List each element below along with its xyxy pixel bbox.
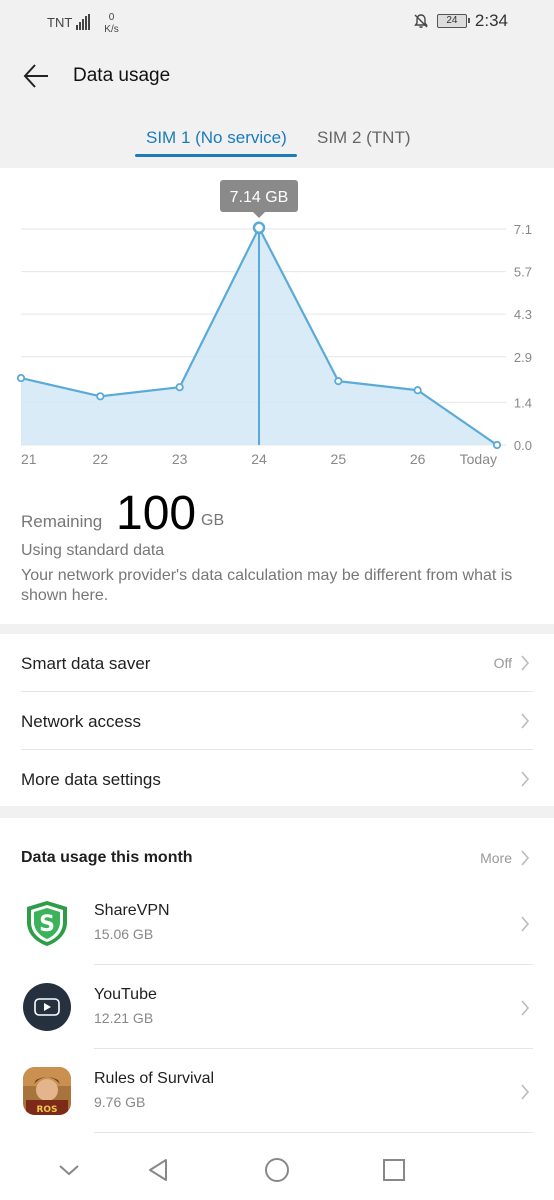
back-arrow-icon[interactable] bbox=[22, 62, 50, 90]
data-point bbox=[96, 392, 105, 401]
app-name: ShareVPN bbox=[94, 902, 170, 919]
x-tick-label: 21 bbox=[21, 451, 37, 467]
apps-section-title: Data usage this month bbox=[21, 849, 193, 866]
more-data-settings-label: More data settings bbox=[21, 770, 161, 789]
page-title: Data usage bbox=[73, 65, 171, 86]
notifications-off-icon bbox=[414, 14, 428, 28]
data-point bbox=[413, 386, 422, 395]
status-right: 24 2:34 bbox=[413, 11, 508, 31]
y-tick-label: 7.1 bbox=[514, 222, 532, 237]
apps-card: Data usage this month More S ShareVPN 15… bbox=[0, 818, 554, 1140]
more-data-settings-row[interactable]: More data settings bbox=[0, 750, 554, 808]
app-data-size: 9.76 GB bbox=[94, 1094, 146, 1110]
x-tick-label: Today bbox=[460, 451, 497, 467]
usage-chart[interactable]: 7.1 5.7 4.3 2.9 1.4 0.0 21 22 23 24 25 26 Today 7.14 … bbox=[0, 168, 554, 478]
y-tick-label: 2.9 bbox=[514, 350, 532, 365]
x-tick-label: 26 bbox=[410, 451, 426, 467]
sim-tabs: SIM 1 (No service) SIM 2 (TNT) bbox=[0, 118, 554, 158]
carrier-name: TNT bbox=[47, 15, 73, 30]
chevron-right-icon bbox=[521, 713, 530, 729]
smart-data-saver-label: Smart data saver bbox=[21, 654, 151, 673]
usage-card: 7.1 5.7 4.3 2.9 1.4 0.0 21 22 23 24 25 26 Today 7.14 … bbox=[0, 168, 554, 624]
data-point bbox=[334, 377, 343, 386]
data-point bbox=[492, 440, 502, 450]
disclaimer-text: Your network provider's data calculation… bbox=[21, 567, 513, 604]
divider bbox=[94, 1048, 533, 1049]
network-access-row[interactable]: Network access bbox=[0, 692, 554, 750]
remaining-unit: GB bbox=[201, 512, 225, 529]
x-tick-label: 24 bbox=[251, 451, 267, 467]
network-access-label: Network access bbox=[21, 712, 141, 731]
y-tick-label: 4.3 bbox=[514, 307, 532, 322]
standard-data-text: Using standard data bbox=[21, 542, 165, 559]
sharevpn-icon: S bbox=[27, 901, 67, 946]
signal-icon bbox=[76, 14, 91, 30]
active-tab-indicator bbox=[135, 154, 297, 157]
smart-data-saver-value: Off bbox=[493, 655, 512, 671]
tooltip-label: 7.14 GB bbox=[230, 189, 289, 206]
y-tick-label: 5.7 bbox=[514, 265, 532, 280]
recents-nav-icon[interactable] bbox=[380, 1156, 408, 1184]
network-speed-value: 0 bbox=[108, 12, 115, 23]
y-tick-label: 0.0 bbox=[514, 438, 532, 453]
data-point bbox=[252, 221, 266, 235]
hide-nav-chevron-icon[interactable] bbox=[55, 1156, 83, 1184]
chevron-right-icon bbox=[521, 1000, 530, 1016]
data-point bbox=[16, 373, 26, 383]
app-row-youtube[interactable]: YouTube 12.21 GB bbox=[0, 970, 554, 1054]
svg-text:S: S bbox=[39, 912, 55, 937]
remaining-value: 100 bbox=[116, 487, 197, 540]
data-point bbox=[175, 383, 184, 392]
divider bbox=[94, 964, 533, 965]
svg-text:ROS: ROS bbox=[36, 1105, 57, 1115]
tooltip-pointer bbox=[253, 212, 265, 218]
chevron-right-icon bbox=[521, 771, 530, 787]
tab-sim2[interactable]: SIM 2 (TNT) bbox=[317, 128, 411, 148]
remaining-label: Remaining bbox=[21, 512, 103, 531]
app-data-size: 15.06 GB bbox=[94, 926, 154, 942]
youtube-icon bbox=[23, 983, 71, 1031]
navigation-bar bbox=[0, 1140, 554, 1200]
clock: 2:34 bbox=[474, 11, 508, 30]
rules-of-survival-icon: ROS bbox=[23, 1067, 71, 1115]
network-speed: 0 K/s bbox=[104, 12, 118, 36]
battery-icon: 24 bbox=[436, 14, 470, 28]
y-tick-label: 1.4 bbox=[514, 395, 532, 410]
chevron-right-icon bbox=[521, 850, 530, 866]
tab-sim1[interactable]: SIM 1 (No service) bbox=[146, 128, 287, 148]
app-row-sharevpn[interactable]: S ShareVPN 15.06 GB bbox=[0, 886, 554, 970]
network-speed-unit: K/s bbox=[104, 24, 119, 35]
more-label: More bbox=[480, 850, 512, 866]
home-nav-icon[interactable] bbox=[263, 1156, 291, 1184]
x-tick-label: 22 bbox=[93, 451, 109, 467]
app-data-size: 12.21 GB bbox=[94, 1010, 154, 1026]
chevron-right-icon bbox=[521, 916, 530, 932]
smart-data-saver-row[interactable]: Smart data saver Off bbox=[0, 634, 554, 692]
divider bbox=[94, 1132, 533, 1133]
chevron-right-icon bbox=[521, 655, 530, 671]
app-name: Rules of Survival bbox=[94, 1070, 215, 1087]
x-tick-label: 25 bbox=[331, 451, 347, 467]
settings-card: Smart data saver Off Network access More… bbox=[0, 634, 554, 806]
back-nav-icon[interactable] bbox=[144, 1156, 172, 1184]
x-tick-label: 23 bbox=[172, 451, 188, 467]
chevron-right-icon bbox=[521, 1084, 530, 1100]
status-bar: TNT 0 K/s 24 2:34 bbox=[0, 0, 554, 44]
title-bar: Data usage bbox=[0, 48, 554, 104]
status-left: TNT 0 K/s bbox=[47, 12, 119, 36]
app-name: YouTube bbox=[94, 986, 157, 1003]
app-row-rules-of-survival[interactable]: ROS Rules of Survival 9.76 GB bbox=[0, 1054, 554, 1138]
